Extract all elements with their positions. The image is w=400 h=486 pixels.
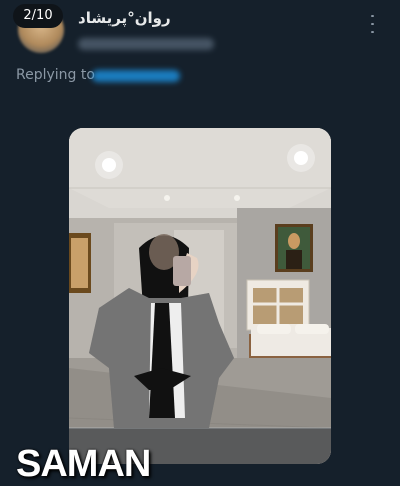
tweet-photo[interactable] [69, 128, 331, 464]
display-name[interactable]: روان°پریشاد [78, 9, 171, 27]
image-counter-badge: 2/10 [13, 4, 63, 28]
watermark-text: SAMAN [16, 443, 151, 485]
more-vertical-icon[interactable] [364, 12, 380, 36]
blurred-handle [78, 38, 214, 50]
replying-to-label: Replying to [16, 67, 95, 83]
phone [173, 256, 191, 286]
blurred-reply-handle[interactable] [92, 70, 180, 82]
